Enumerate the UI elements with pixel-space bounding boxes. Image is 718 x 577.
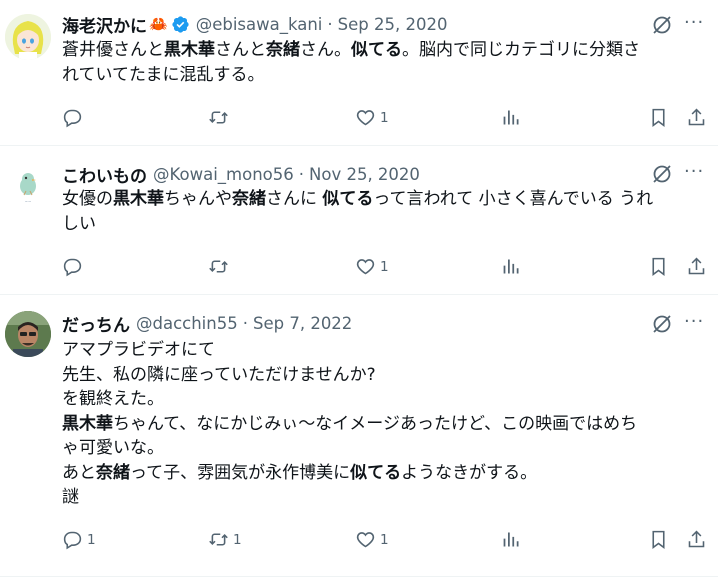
retweet-count: 1 — [233, 531, 242, 548]
separator-dot: · — [298, 164, 304, 184]
avatar[interactable]: ~~ — [5, 161, 51, 207]
crab-emoji: 🦀 — [149, 15, 168, 33]
share-icon — [688, 530, 705, 548]
tweet[interactable]: 海老沢かに 🦀 @ebisawa_kani · Sep 25, 2020 ···… — [0, 0, 718, 146]
grok-icon[interactable] — [650, 162, 674, 186]
bookmark-icon — [652, 108, 665, 127]
bookmark-icon — [652, 530, 665, 549]
tweet[interactable]: だっちん @dacchin55 · Sep 7, 2022 ··· アマプラビデ… — [0, 295, 718, 577]
verified-badge-icon — [172, 15, 189, 33]
more-options-icon[interactable]: ··· — [684, 311, 704, 332]
more-options-icon[interactable]: ··· — [684, 12, 704, 33]
display-name[interactable]: だっちん — [62, 311, 130, 336]
bookmark-icon — [652, 257, 665, 276]
share-button[interactable] — [686, 107, 707, 128]
reply-icon — [63, 258, 82, 277]
views-button[interactable] — [501, 529, 522, 550]
views-chart-icon — [503, 532, 519, 547]
timestamp[interactable]: Sep 7, 2022 — [253, 314, 352, 333]
like-button[interactable]: 1 — [355, 107, 389, 128]
more-options-icon[interactable]: ··· — [684, 161, 704, 182]
reply-button[interactable] — [62, 256, 87, 277]
like-count: 1 — [380, 531, 389, 548]
display-name[interactable]: 海老沢かに — [62, 12, 147, 37]
timestamp[interactable]: Nov 25, 2020 — [309, 165, 420, 184]
share-icon — [688, 108, 705, 126]
timestamp[interactable]: Sep 25, 2020 — [338, 15, 448, 34]
reply-icon — [63, 531, 82, 550]
anime-girl-avatar-image — [5, 14, 51, 60]
views-chart-icon — [503, 110, 519, 125]
grok-icon[interactable] — [650, 13, 674, 37]
separator-dot: · — [242, 313, 248, 333]
handle[interactable]: @ebisawa_kani — [196, 15, 323, 34]
tweet-text: アマプラビデオにて 先生、私の隣に座っていただけませんか? を観終えた。 黒木華ちゃん… — [62, 340, 638, 507]
share-button[interactable] — [686, 529, 707, 550]
handle[interactable]: @Kowai_mono56 — [153, 165, 294, 184]
grok-icon[interactable] — [650, 312, 674, 336]
heart-icon — [356, 259, 375, 275]
reply-button[interactable] — [62, 107, 87, 128]
separator-dot: · — [327, 14, 333, 34]
reply-icon — [63, 109, 82, 128]
handle[interactable]: @dacchin55 — [136, 314, 238, 333]
share-icon — [688, 257, 705, 275]
reply-button[interactable]: 1 — [62, 529, 96, 550]
reply-count: 1 — [87, 531, 96, 548]
views-button[interactable] — [501, 256, 522, 277]
bookmark-button[interactable] — [648, 529, 669, 550]
retweet-icon — [209, 111, 228, 124]
like-count: 1 — [380, 258, 389, 275]
bird-avatar-image: ~~ — [5, 161, 51, 207]
views-button[interactable] — [501, 107, 522, 128]
avatar[interactable] — [5, 14, 51, 60]
display-name[interactable]: こわいもの — [62, 162, 147, 187]
heart-icon — [356, 110, 375, 126]
tweet-header: こわいもの @Kowai_mono56 · Nov 25, 2020 — [62, 162, 420, 187]
bookmark-button[interactable] — [648, 107, 669, 128]
heart-icon — [356, 532, 375, 548]
retweet-button[interactable] — [208, 107, 233, 128]
tweet[interactable]: ~~ こわいもの @Kowai_mono56 · Nov 25, 2020 ··… — [0, 146, 718, 295]
tweet-text: 蒼井優さんと黒木華さんと奈緒さん。似てる。脳内で同じカテゴリに分類さ れていてたま… — [62, 40, 640, 85]
share-button[interactable] — [686, 256, 707, 277]
retweet-icon — [209, 260, 228, 273]
like-count: 1 — [380, 109, 389, 126]
views-chart-icon — [503, 259, 519, 274]
person-photo-avatar-image — [5, 311, 51, 357]
svg-text:~~: ~~ — [25, 199, 32, 204]
retweet-button[interactable] — [208, 256, 233, 277]
avatar[interactable] — [5, 311, 51, 357]
retweet-button[interactable]: 1 — [208, 529, 242, 550]
like-button[interactable]: 1 — [355, 256, 389, 277]
tweet-text: 女優の黒木華ちゃんや奈緒さんに 似てるって言われて 小さく喜んでいる うれ しい — [62, 189, 654, 234]
retweet-icon — [209, 533, 228, 546]
bookmark-button[interactable] — [648, 256, 669, 277]
like-button[interactable]: 1 — [355, 529, 389, 550]
